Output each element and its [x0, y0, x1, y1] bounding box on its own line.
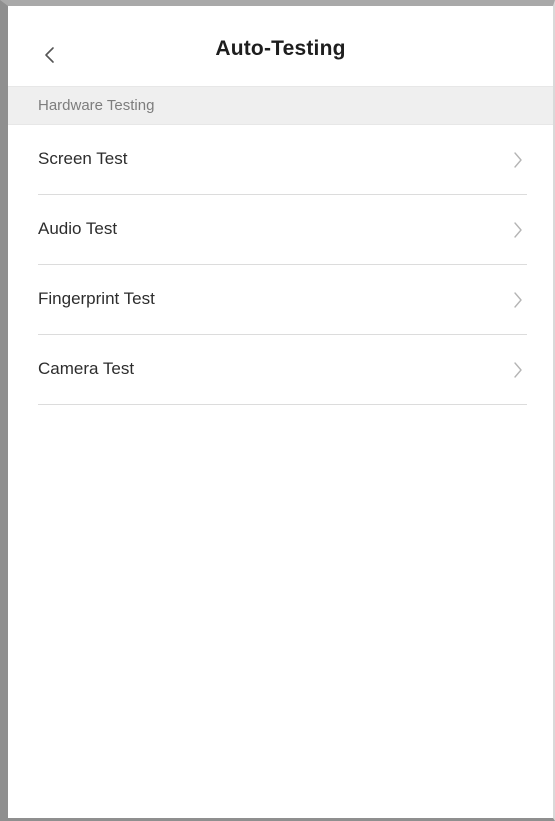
list-item-label: Fingerprint Test: [38, 289, 155, 308]
test-list: Screen Test Audio Test Fingerprint Test: [8, 125, 553, 405]
list-item-fingerprint-test[interactable]: Fingerprint Test: [8, 265, 553, 335]
section-header: Hardware Testing: [8, 86, 553, 125]
chevron-right-icon: [513, 221, 523, 239]
chevron-right-icon: [513, 361, 523, 379]
top-bar: Auto-Testing: [8, 6, 553, 86]
list-item-label: Camera Test: [38, 359, 135, 378]
chevron-right-icon: [513, 151, 523, 169]
list-item-audio-test[interactable]: Audio Test: [8, 195, 553, 265]
list-item-screen-test[interactable]: Screen Test: [8, 125, 553, 195]
page-title: Auto-Testing: [215, 37, 346, 60]
chevron-right-icon: [513, 291, 523, 309]
list-item-label: Audio Test: [38, 219, 118, 238]
list-item-camera-test[interactable]: Camera Test: [8, 335, 553, 405]
list-item-label: Screen Test: [38, 149, 128, 168]
section-label: Hardware Testing: [38, 97, 155, 114]
divider: [38, 404, 527, 405]
app-screen: Auto-Testing Hardware Testing Screen Tes…: [8, 6, 553, 818]
